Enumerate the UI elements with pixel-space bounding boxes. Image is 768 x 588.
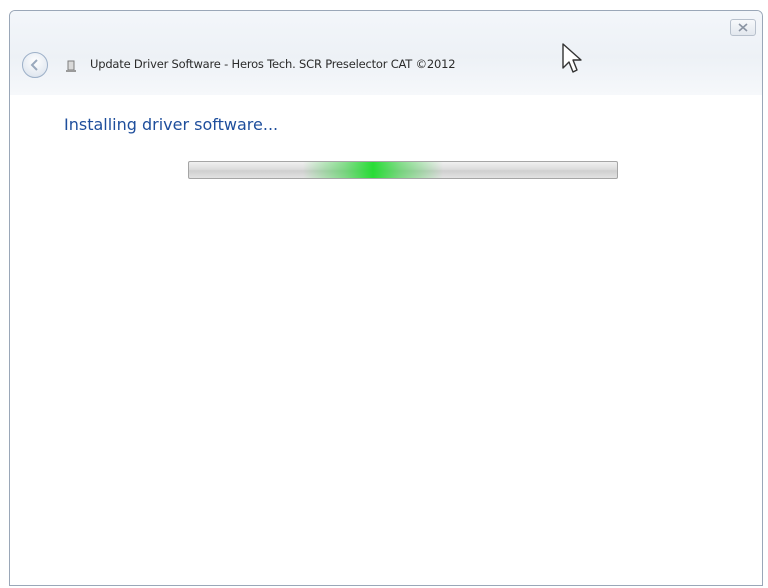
close-icon xyxy=(738,23,748,32)
progress-marquee xyxy=(303,162,444,178)
mouse-cursor-icon xyxy=(562,43,582,73)
window-title: Update Driver Software - Heros Tech. SCR… xyxy=(90,57,456,71)
installing-heading: Installing driver software... xyxy=(64,115,279,134)
close-button[interactable] xyxy=(730,19,756,36)
content-area: Installing driver software... xyxy=(10,95,762,585)
install-progress-bar xyxy=(188,161,618,179)
title-bar: Update Driver Software - Heros Tech. SCR… xyxy=(10,11,762,95)
back-arrow-icon xyxy=(30,59,38,71)
device-icon xyxy=(66,60,76,72)
update-driver-window: Update Driver Software - Heros Tech. SCR… xyxy=(9,10,763,586)
back-button[interactable] xyxy=(22,52,48,78)
